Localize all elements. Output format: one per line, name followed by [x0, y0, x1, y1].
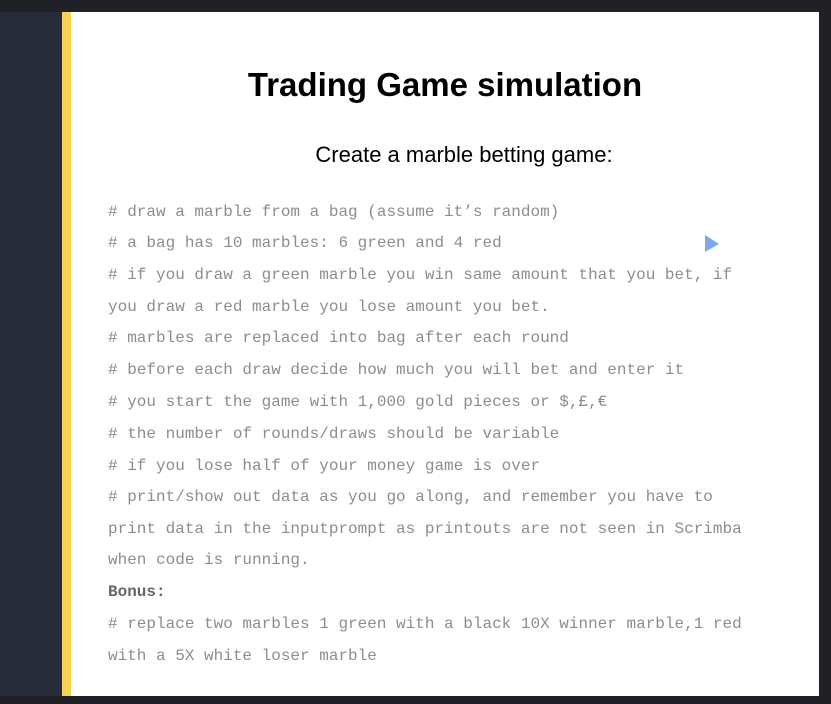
code-line: # print/show out data as you go along, a… — [108, 488, 713, 506]
code-line: # you start the game with 1,000 gold pie… — [108, 393, 608, 411]
code-line: # a bag has 10 marbles: 6 green and 4 re… — [108, 234, 502, 252]
code-line: # if you lose half of your money game is… — [108, 457, 541, 475]
bottom-bar — [0, 696, 831, 704]
code-line: # marbles are replaced into bag after ea… — [108, 329, 569, 347]
left-panel — [0, 12, 62, 696]
accent-stripe — [62, 12, 71, 696]
right-edge — [819, 12, 831, 696]
code-line: # before each draw decide how much you w… — [108, 361, 685, 379]
code-line: # replace two marbles 1 green with a bla… — [108, 615, 742, 633]
code-line: with a 5X white loser marble — [108, 647, 377, 665]
slide-subtitle: Create a marble betting game: — [315, 142, 613, 167]
code-line: print data in the inputprompt as printou… — [108, 520, 742, 538]
slide-content: Trading Game simulation Create a marble … — [71, 12, 819, 696]
bonus-heading: Bonus: — [108, 583, 166, 601]
code-line: # draw a marble from a bag (assume it’s … — [108, 203, 560, 221]
pointer-cursor-icon — [705, 235, 719, 252]
code-line: # if you draw a green marble you win sam… — [108, 266, 733, 284]
slide-title: Trading Game simulation — [247, 66, 643, 103]
code-line: # the number of rounds/draws should be v… — [108, 425, 560, 443]
code-line: you draw a red marble you lose amount yo… — [108, 298, 550, 316]
top-bar — [0, 0, 831, 12]
code-line: when code is running. — [108, 551, 310, 569]
